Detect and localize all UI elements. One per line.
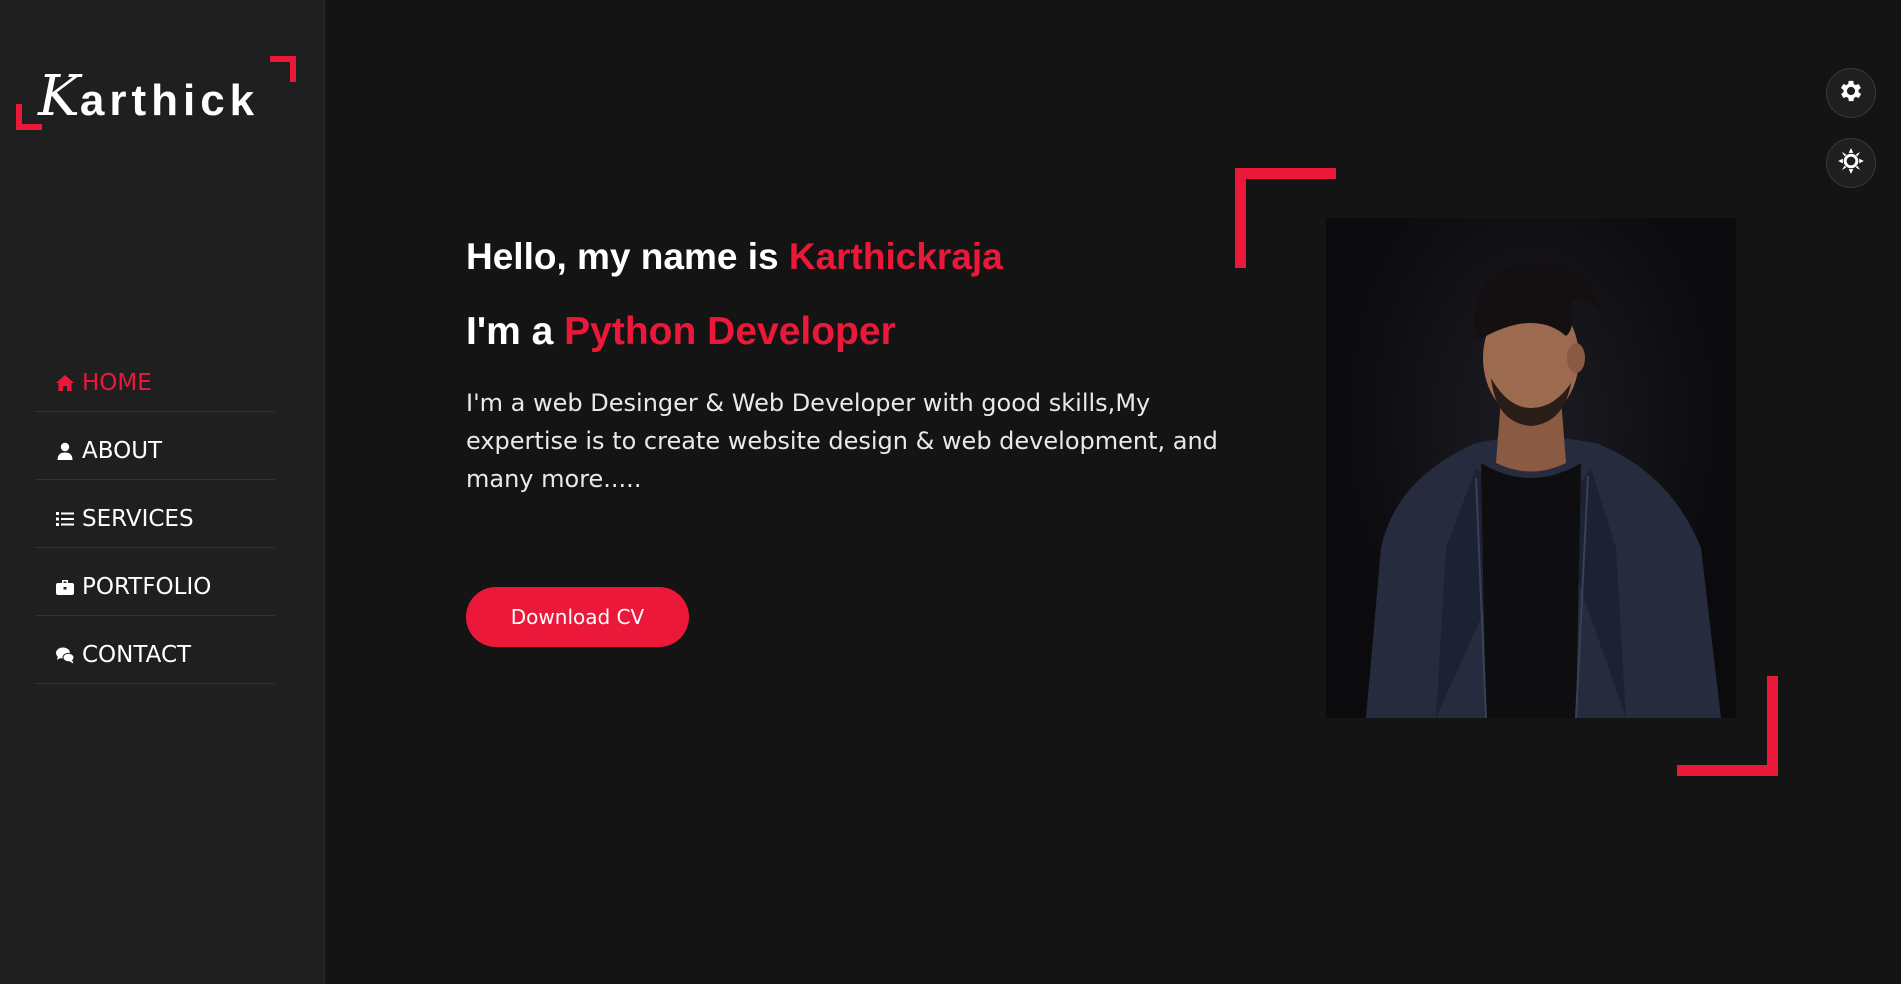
main-nav: HOME ABOUT SERVICES PORTFOLIO CONTACT: [36, 344, 275, 684]
sun-icon: [1837, 147, 1865, 180]
nav-item-portfolio[interactable]: PORTFOLIO: [36, 548, 275, 616]
nav-item-label: ABOUT: [82, 437, 163, 464]
logo-rest: arthick: [79, 76, 260, 125]
logo-initial: K: [38, 64, 80, 129]
role-heading: I'm a Python Developer: [466, 310, 1266, 366]
comments-icon: [54, 645, 76, 665]
portrait-frame-corner-top-left: [1235, 168, 1336, 268]
hero-description: I'm a web Desinger & Web Developer with …: [466, 389, 1218, 493]
role-prefix: I'm a: [466, 310, 565, 353]
greeting-prefix: Hello, my name is: [466, 236, 789, 277]
hero: Hello, my name is Karthickraja I'm a Pyt…: [466, 236, 1266, 498]
download-cv-button[interactable]: Download CV: [466, 587, 689, 647]
nav-item-label: CONTACT: [82, 641, 192, 668]
nav-item-about[interactable]: ABOUT: [36, 412, 275, 480]
hero-role: Python Developer: [564, 310, 896, 353]
sidebar: Karthick HOME ABOUT SERVICES PORTFOLIO C…: [0, 0, 325, 984]
nav-item-services[interactable]: SERVICES: [36, 480, 275, 548]
logo-text: Karthick: [38, 64, 259, 129]
nav-item-home[interactable]: HOME: [36, 344, 275, 412]
profile-photo: [1326, 218, 1736, 718]
nav-item-label: PORTFOLIO: [82, 573, 212, 600]
gear-icon: [1837, 77, 1865, 110]
page: Karthick HOME ABOUT SERVICES PORTFOLIO C…: [0, 0, 1901, 984]
style-switcher-toggle[interactable]: [1826, 68, 1876, 118]
nav-item-label: HOME: [82, 369, 152, 396]
greeting-heading: Hello, my name is Karthickraja: [466, 236, 1266, 296]
nav-item-label: SERVICES: [82, 505, 194, 532]
profile-photo-illustration: [1366, 262, 1721, 718]
nav-item-contact[interactable]: CONTACT: [36, 616, 275, 684]
logo[interactable]: Karthick: [14, 54, 296, 134]
user-icon: [54, 441, 76, 461]
home-icon: [54, 373, 76, 393]
briefcase-icon: [54, 577, 76, 597]
logo-corner-top-right: [270, 56, 296, 82]
hero-name: Karthickraja: [788, 236, 1003, 277]
portrait-frame-corner-bottom-right: [1677, 676, 1778, 776]
theme-toggle[interactable]: [1826, 138, 1876, 188]
list-icon: [54, 509, 76, 529]
